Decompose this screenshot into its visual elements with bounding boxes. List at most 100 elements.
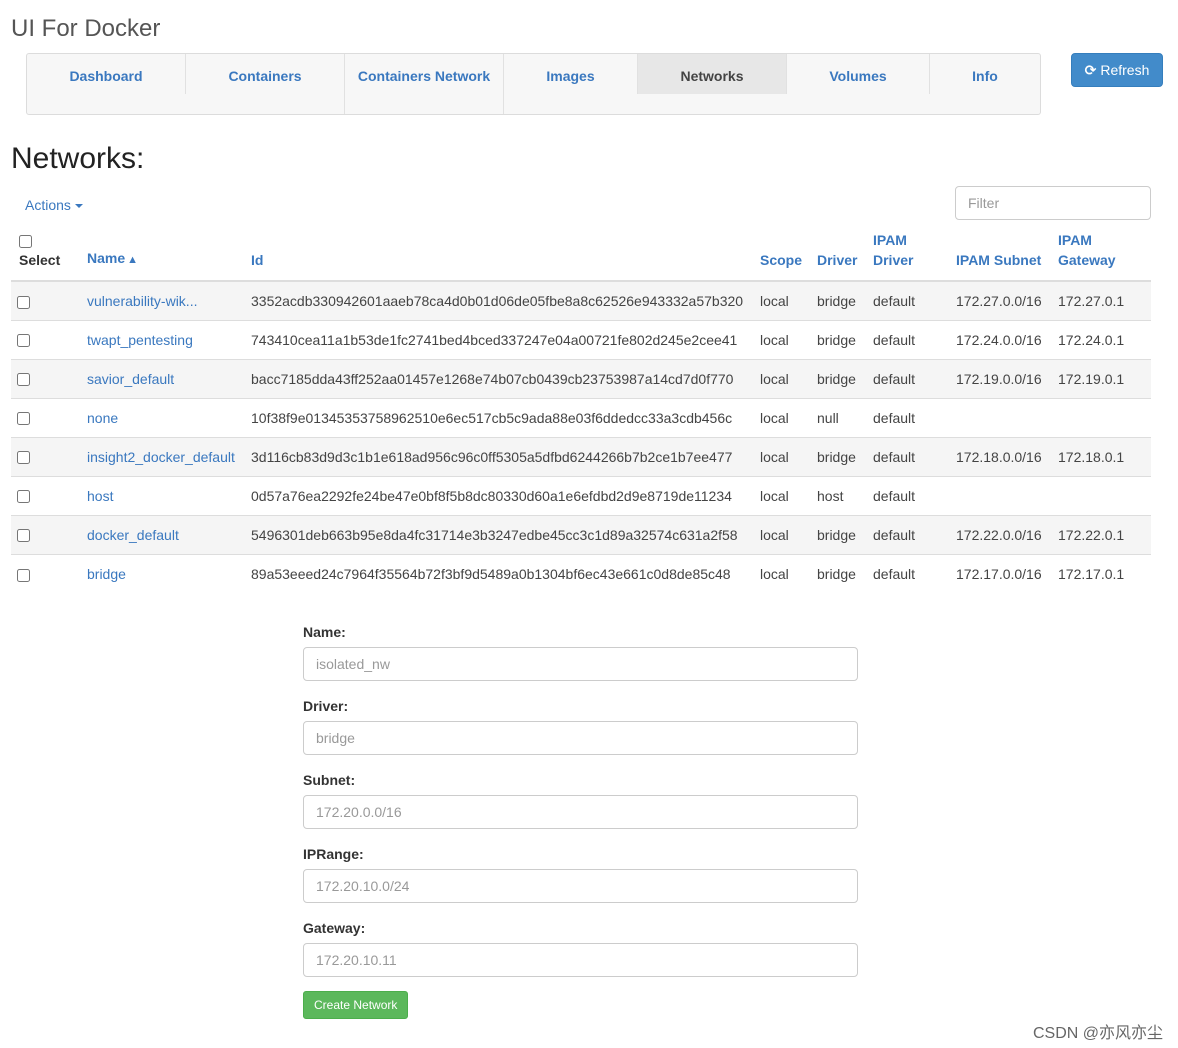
gateway-input[interactable] bbox=[303, 943, 858, 977]
network-gateway: 172.18.0.1 bbox=[1052, 436, 1151, 476]
col-driver[interactable]: Driver bbox=[811, 230, 867, 282]
row-checkbox[interactable] bbox=[17, 451, 30, 465]
col-ipam-gateway[interactable]: IPAM Gateway bbox=[1052, 230, 1151, 282]
network-driver: bridge bbox=[811, 358, 867, 398]
network-ipam-driver: default bbox=[867, 280, 950, 320]
row-select-cell bbox=[11, 436, 81, 476]
watermark: CSDN @亦风亦尘 bbox=[1032, 1025, 1163, 1042]
gateway-label: Gateway: bbox=[303, 920, 366, 936]
network-id: 0d57a76ea2292fe24be47e0bf8f5b8dc80330d60… bbox=[245, 475, 754, 515]
create-network-button[interactable]: Create Network bbox=[303, 991, 409, 1019]
network-name-link[interactable]: vulnerability-wik... bbox=[81, 280, 245, 320]
row-checkbox[interactable] bbox=[17, 490, 30, 504]
filter-input[interactable] bbox=[955, 186, 1151, 220]
col-scope[interactable]: Scope bbox=[754, 230, 811, 282]
form-group-gateway: Gateway: bbox=[303, 918, 859, 977]
row-select-cell bbox=[11, 553, 81, 593]
form-group-iprange: IPRange: bbox=[303, 844, 859, 903]
row-checkbox[interactable] bbox=[17, 334, 30, 348]
network-gateway: 172.27.0.1 bbox=[1052, 280, 1151, 320]
network-name-link[interactable]: host bbox=[81, 475, 245, 515]
col-name[interactable]: Name ▲ bbox=[81, 230, 245, 282]
app-title: UI For Docker bbox=[11, 15, 161, 42]
nav-dashboard[interactable]: Dashboard bbox=[27, 54, 185, 114]
table-row: vulnerability-wik... 3352acdb330942601aa… bbox=[11, 280, 1151, 320]
network-ipam-driver: default bbox=[867, 475, 950, 515]
iprange-input[interactable] bbox=[303, 869, 858, 903]
row-checkbox[interactable] bbox=[17, 295, 30, 309]
network-subnet bbox=[950, 475, 1052, 515]
row-checkbox[interactable] bbox=[17, 373, 30, 387]
network-name-link[interactable]: docker_default bbox=[81, 514, 245, 554]
col-name-label: Name bbox=[87, 250, 126, 266]
network-ipam-driver: default bbox=[867, 397, 950, 437]
network-gateway: 172.19.0.1 bbox=[1052, 358, 1151, 398]
network-subnet: 172.18.0.0/16 bbox=[950, 436, 1052, 476]
row-checkbox[interactable] bbox=[17, 529, 30, 543]
network-subnet: 172.22.0.0/16 bbox=[950, 514, 1052, 554]
subnet-input[interactable] bbox=[303, 795, 858, 829]
network-gateway bbox=[1052, 475, 1151, 515]
network-scope: local bbox=[754, 436, 811, 476]
network-id: 3d116cb83d9d3c1b1e618ad956c96c0ff5305a5d… bbox=[245, 436, 754, 476]
row-select-cell bbox=[11, 514, 81, 554]
nav-containers-network[interactable]: Containers Network bbox=[345, 54, 503, 114]
actions-label: Actions bbox=[25, 197, 71, 213]
nav-containers[interactable]: Containers bbox=[186, 54, 344, 114]
driver-input[interactable] bbox=[303, 721, 858, 755]
driver-label: Driver: bbox=[303, 698, 349, 714]
network-name-link[interactable]: insight2_docker_default bbox=[81, 436, 245, 476]
nav-images[interactable]: Images bbox=[504, 54, 637, 114]
network-ipam-driver: default bbox=[867, 553, 950, 593]
network-name-link[interactable]: twapt_pentesting bbox=[81, 319, 245, 359]
network-scope: local bbox=[754, 514, 811, 554]
table-row: bridge 89a53eeed24c7964f35564b72f3bf9d54… bbox=[11, 553, 1151, 593]
refresh-button[interactable]: ⟳ Refresh bbox=[1071, 53, 1163, 87]
caret-down-icon bbox=[74, 204, 83, 209]
nav-networks[interactable]: Networks bbox=[638, 54, 786, 94]
col-select: Select bbox=[11, 230, 81, 282]
row-checkbox[interactable] bbox=[17, 412, 30, 426]
table-row: none 10f38f9e01345353758962510e6ec517cb5… bbox=[11, 397, 1151, 437]
network-driver: bridge bbox=[811, 553, 867, 593]
network-subnet: 172.19.0.0/16 bbox=[950, 358, 1052, 398]
name-input[interactable] bbox=[303, 647, 858, 681]
col-ipam-driver[interactable]: IPAM Driver bbox=[867, 230, 950, 282]
row-select-cell bbox=[11, 397, 81, 437]
iprange-label: IPRange: bbox=[303, 846, 364, 862]
page-title: Networks: bbox=[11, 142, 145, 175]
network-gateway bbox=[1052, 397, 1151, 437]
network-scope: local bbox=[754, 358, 811, 398]
form-group-subnet: Subnet: bbox=[303, 770, 859, 829]
network-scope: local bbox=[754, 475, 811, 515]
network-id: 743410cea11a1b53de1fc2741bed4bced337247e… bbox=[245, 319, 754, 359]
nav-info[interactable]: Info bbox=[930, 54, 1040, 114]
name-label: Name: bbox=[303, 624, 346, 640]
network-name-link[interactable]: bridge bbox=[81, 553, 245, 593]
col-id[interactable]: Id bbox=[245, 230, 754, 282]
refresh-label: Refresh bbox=[1100, 62, 1150, 78]
network-id: bacc7185dda43ff252aa01457e1268e74b07cb04… bbox=[245, 358, 754, 398]
network-subnet: 172.24.0.0/16 bbox=[950, 319, 1052, 359]
network-driver: bridge bbox=[811, 436, 867, 476]
network-subnet: 172.27.0.0/16 bbox=[950, 280, 1052, 320]
network-ipam-driver: default bbox=[867, 319, 950, 359]
network-ipam-driver: default bbox=[867, 514, 950, 554]
network-driver: host bbox=[811, 475, 867, 515]
network-name-link[interactable]: savior_default bbox=[81, 358, 245, 398]
network-driver: bridge bbox=[811, 280, 867, 320]
network-id: 10f38f9e01345353758962510e6ec517cb5c9ada… bbox=[245, 397, 754, 437]
col-select-label: Select bbox=[19, 252, 61, 268]
nav-volumes[interactable]: Volumes bbox=[787, 54, 929, 114]
network-gateway: 172.17.0.1 bbox=[1052, 553, 1151, 593]
select-all-checkbox[interactable] bbox=[19, 234, 32, 248]
actions-dropdown[interactable]: Actions bbox=[25, 197, 83, 213]
main-nav: Dashboard Containers Containers Network … bbox=[26, 53, 1041, 115]
chevron-up-icon: ▲ bbox=[127, 254, 139, 266]
network-name-link[interactable]: none bbox=[81, 397, 245, 437]
refresh-icon: ⟳ bbox=[1084, 61, 1097, 78]
row-checkbox[interactable] bbox=[17, 568, 30, 582]
col-ipam-subnet[interactable]: IPAM Subnet bbox=[950, 230, 1052, 282]
network-id: 3352acdb330942601aaeb78ca4d0b01d06de05fb… bbox=[245, 280, 754, 320]
table-header-row: Select Name ▲ Id Scope Driver IPAM Driver… bbox=[11, 230, 1151, 282]
